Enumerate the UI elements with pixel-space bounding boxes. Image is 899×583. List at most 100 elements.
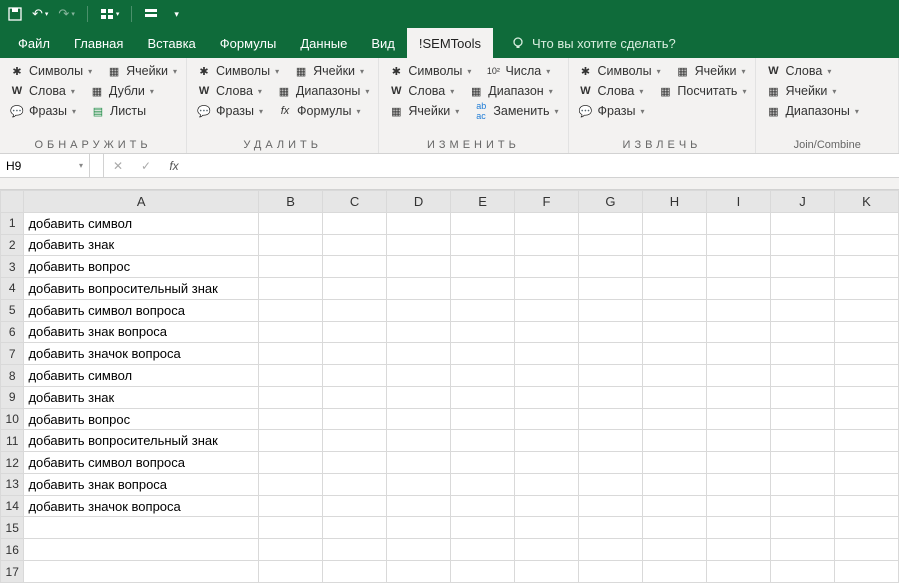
- cell[interactable]: [642, 256, 706, 278]
- cell[interactable]: [323, 256, 387, 278]
- cell[interactable]: [515, 299, 579, 321]
- detect-words-button[interactable]: WСлова▾: [6, 82, 78, 100]
- column-header[interactable]: K: [834, 191, 898, 213]
- cell[interactable]: [259, 408, 323, 430]
- extract-phrases-button[interactable]: 💬Фразы▾: [575, 102, 648, 120]
- cell[interactable]: [387, 234, 451, 256]
- cell[interactable]: добавить значок вопроса: [24, 495, 259, 517]
- cell[interactable]: [579, 343, 643, 365]
- cell[interactable]: [579, 365, 643, 387]
- cell[interactable]: [387, 495, 451, 517]
- cell[interactable]: [387, 278, 451, 300]
- cell[interactable]: добавить символ: [24, 212, 259, 234]
- cell[interactable]: [579, 234, 643, 256]
- cell[interactable]: [706, 234, 770, 256]
- cell[interactable]: [706, 452, 770, 474]
- cell[interactable]: [770, 517, 834, 539]
- cell[interactable]: [323, 539, 387, 561]
- cell[interactable]: [579, 539, 643, 561]
- cell[interactable]: добавить символ: [24, 365, 259, 387]
- cell[interactable]: [259, 452, 323, 474]
- column-header[interactable]: J: [770, 191, 834, 213]
- cell[interactable]: [259, 561, 323, 583]
- cell[interactable]: [706, 408, 770, 430]
- cell[interactable]: [642, 212, 706, 234]
- cell[interactable]: добавить знак вопроса: [24, 321, 259, 343]
- cell[interactable]: [515, 539, 579, 561]
- cell[interactable]: [451, 495, 515, 517]
- cell[interactable]: [579, 517, 643, 539]
- tab-view[interactable]: Вид: [359, 28, 407, 58]
- cell[interactable]: [259, 343, 323, 365]
- cell[interactable]: [706, 386, 770, 408]
- name-box[interactable]: H9 ▾: [0, 154, 90, 177]
- row-header[interactable]: 13: [1, 473, 24, 495]
- row-header[interactable]: 8: [1, 365, 24, 387]
- cell[interactable]: [579, 278, 643, 300]
- detect-cells-button[interactable]: ▦Ячейки▾: [103, 62, 180, 80]
- tab-home[interactable]: Главная: [62, 28, 135, 58]
- cell[interactable]: [834, 343, 898, 365]
- cell[interactable]: [323, 495, 387, 517]
- cell[interactable]: [770, 321, 834, 343]
- cell[interactable]: [451, 408, 515, 430]
- cell[interactable]: [642, 517, 706, 539]
- delete-words-button[interactable]: WСлова▾: [193, 82, 265, 100]
- enter-icon[interactable]: ✓: [132, 159, 160, 173]
- cell[interactable]: [834, 321, 898, 343]
- cell[interactable]: [770, 256, 834, 278]
- cell[interactable]: [387, 321, 451, 343]
- cell[interactable]: [387, 408, 451, 430]
- cell[interactable]: [706, 539, 770, 561]
- cell[interactable]: [579, 299, 643, 321]
- cell[interactable]: [259, 386, 323, 408]
- join-ranges-button[interactable]: ▦Диапазоны▾: [762, 102, 861, 120]
- cell[interactable]: [515, 278, 579, 300]
- cell[interactable]: [451, 473, 515, 495]
- row-header[interactable]: 12: [1, 452, 24, 474]
- cell[interactable]: [515, 517, 579, 539]
- cell[interactable]: [706, 365, 770, 387]
- delete-cells-button[interactable]: ▦Ячейки▾: [290, 62, 367, 80]
- cell[interactable]: [323, 517, 387, 539]
- cell[interactable]: [259, 365, 323, 387]
- cell[interactable]: [259, 278, 323, 300]
- cell[interactable]: добавить символ вопроса: [24, 452, 259, 474]
- cell[interactable]: [451, 561, 515, 583]
- cell[interactable]: [706, 495, 770, 517]
- cell[interactable]: [834, 452, 898, 474]
- cell[interactable]: [323, 452, 387, 474]
- cell[interactable]: [259, 256, 323, 278]
- cell[interactable]: [834, 365, 898, 387]
- cell[interactable]: [451, 234, 515, 256]
- cell[interactable]: [579, 386, 643, 408]
- detect-phrases-button[interactable]: 💬Фразы▾: [6, 102, 79, 120]
- row-header[interactable]: 15: [1, 517, 24, 539]
- row-header[interactable]: 1: [1, 212, 24, 234]
- column-header[interactable]: I: [706, 191, 770, 213]
- change-numbers-button[interactable]: 10²Числа▾: [482, 62, 553, 80]
- cell[interactable]: [642, 495, 706, 517]
- column-header[interactable]: D: [387, 191, 451, 213]
- cell[interactable]: [770, 212, 834, 234]
- row-header[interactable]: 5: [1, 299, 24, 321]
- cell[interactable]: добавить вопрос: [24, 408, 259, 430]
- cell[interactable]: [834, 299, 898, 321]
- column-header[interactable]: A: [24, 191, 259, 213]
- cell[interactable]: [579, 256, 643, 278]
- cell[interactable]: [834, 539, 898, 561]
- cell[interactable]: [259, 299, 323, 321]
- cell[interactable]: добавить вопросительный знак: [24, 430, 259, 452]
- cell[interactable]: [834, 473, 898, 495]
- cell[interactable]: [642, 321, 706, 343]
- delete-ranges-button[interactable]: ▦Диапазоны▾: [273, 82, 372, 100]
- join-words-button[interactable]: WСлова▾: [762, 62, 834, 80]
- cell[interactable]: [259, 321, 323, 343]
- cell[interactable]: [834, 408, 898, 430]
- cell[interactable]: [770, 452, 834, 474]
- cell[interactable]: [515, 408, 579, 430]
- delete-formulas-button[interactable]: fxФормулы▾: [274, 102, 363, 120]
- detect-dupes-button[interactable]: ▦Дубли▾: [86, 82, 157, 100]
- row-header[interactable]: 9: [1, 386, 24, 408]
- save-icon[interactable]: [8, 7, 22, 21]
